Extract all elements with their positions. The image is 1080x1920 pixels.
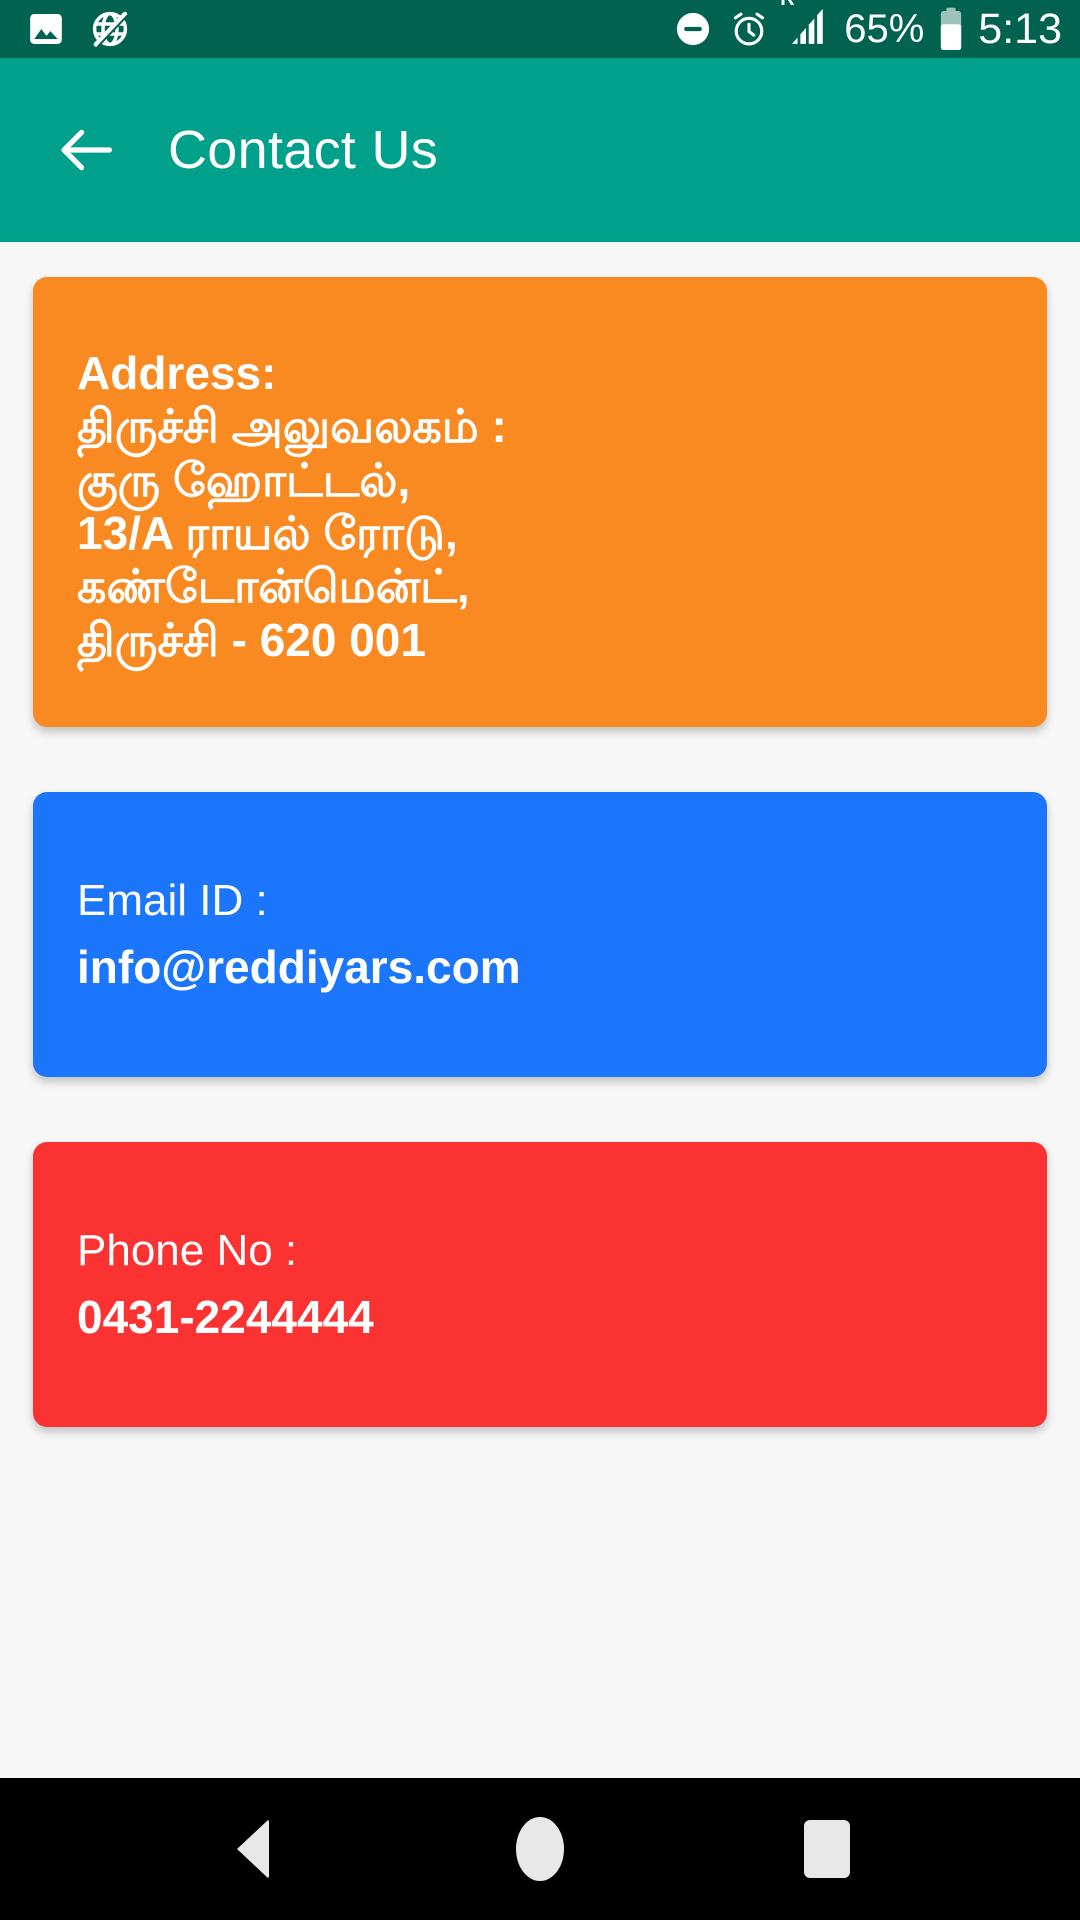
address-card[interactable]: Address: திருச்சி அலுவலகம் : குரு ஹோட்டல…	[33, 277, 1047, 727]
globe-off-icon	[88, 7, 132, 51]
roaming-indicator: R	[780, 0, 794, 11]
phone-card[interactable]: Phone No : 0431-2244444	[33, 1142, 1047, 1427]
address-line-3: 13/A ராயல் ரோடு,	[77, 507, 458, 559]
status-bar-clock: 5:13	[978, 4, 1062, 53]
triangle-left-icon	[237, 1819, 270, 1879]
photo-icon	[26, 9, 66, 49]
phone-label: Phone No :	[77, 1225, 298, 1275]
status-bar-right-icons: R 65% 5:13	[672, 0, 1062, 53]
do-not-disturb-icon	[672, 8, 714, 50]
square-icon	[803, 1820, 850, 1878]
email-value[interactable]: info@reddiyars.com	[77, 936, 1003, 998]
nav-back-button[interactable]	[193, 1789, 313, 1909]
nav-home-button[interactable]	[480, 1789, 600, 1909]
status-bar: R 65% 5:13	[0, 0, 1080, 58]
app-bar: Contact Us	[0, 58, 1080, 242]
roaming-signal-icon: R	[780, 0, 830, 50]
status-bar-left-icons	[26, 7, 132, 51]
phone-value[interactable]: 0431-2244444	[77, 1286, 1003, 1348]
battery-icon	[938, 7, 964, 51]
address-line-5: திருச்சி - 620 001	[77, 613, 426, 666]
address-line-1: திருச்சி அலுவலகம் :	[77, 400, 507, 453]
nav-recents-button[interactable]	[767, 1789, 887, 1909]
alarm-icon	[728, 8, 770, 50]
email-label: Email ID :	[77, 875, 268, 925]
email-card[interactable]: Email ID : info@reddiyars.com	[33, 792, 1047, 1077]
address-line-2: குரு ஹோட்டல்,	[77, 453, 411, 506]
battery-percent-label: 65%	[844, 7, 925, 51]
address-heading: Address:	[77, 346, 277, 399]
circle-icon	[515, 1817, 564, 1881]
phone-screen: R 65% 5:13	[0, 0, 1080, 1920]
content-area: Address: திருச்சி அலுவலகம் : குரு ஹோட்டல…	[0, 242, 1080, 1778]
back-button[interactable]	[44, 108, 128, 192]
address-line-4: கண்டோன்மென்ட்,	[77, 560, 470, 613]
page-title: Contact Us	[168, 120, 439, 180]
android-nav-bar	[0, 1778, 1080, 1920]
arrow-left-icon	[61, 129, 112, 171]
